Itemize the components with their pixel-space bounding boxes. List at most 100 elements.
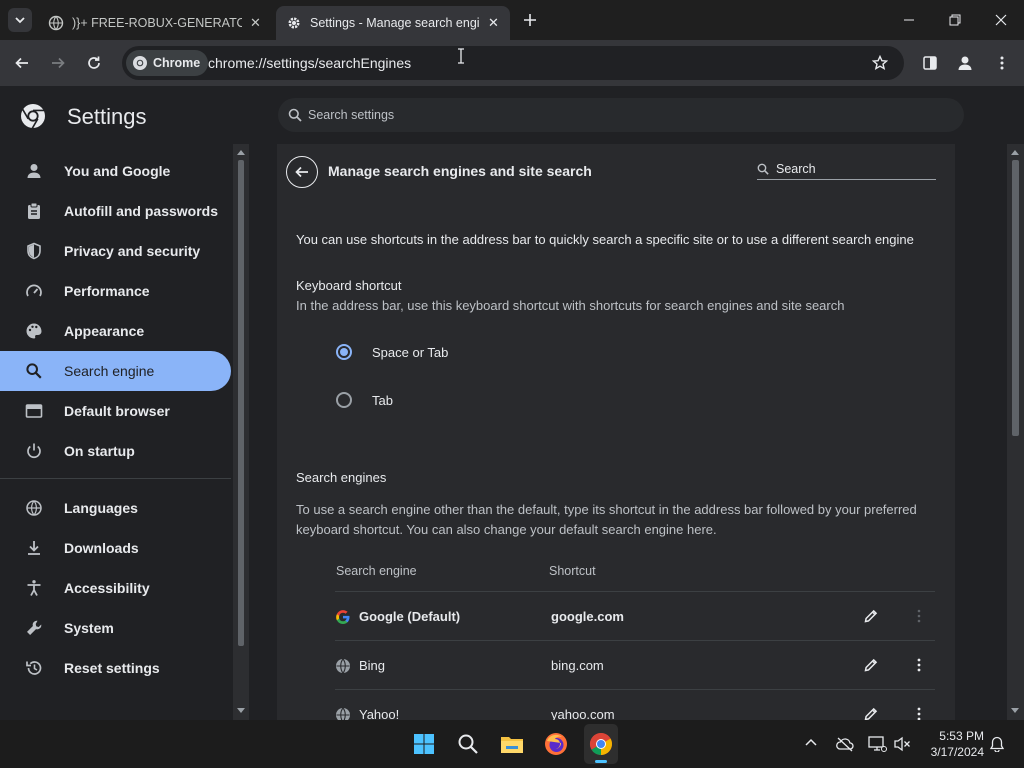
radio-label: Space or Tab xyxy=(372,345,449,360)
clock-date: 3/17/2024 xyxy=(930,745,984,759)
sidebar-item-performance[interactable]: Performance xyxy=(0,271,231,311)
radio-button[interactable] xyxy=(336,392,352,408)
edit-pencil-icon[interactable] xyxy=(863,657,879,673)
site-chip[interactable]: Chrome xyxy=(126,50,209,76)
tab-robux[interactable]: )}+ FREE-ROBUX-GENERATOR-2( ✕ xyxy=(38,6,274,40)
sidebar-item-label: System xyxy=(64,620,114,636)
settings-header: Settings xyxy=(0,86,278,144)
bookmark-button[interactable] xyxy=(868,52,892,74)
title-bar: )}+ FREE-ROBUX-GENERATOR-2( ✕ Settings -… xyxy=(0,0,1024,40)
more-vert-icon[interactable] xyxy=(911,608,927,624)
address-bar[interactable]: Chrome chrome://settings/searchEngines xyxy=(122,46,904,80)
minimize-button[interactable] xyxy=(886,0,932,40)
sidebar-item-privacy[interactable]: Privacy and security xyxy=(0,231,231,271)
menu-button[interactable] xyxy=(988,49,1016,77)
url-text[interactable]: chrome://settings/searchEngines xyxy=(208,55,411,71)
close-icon[interactable]: ✕ xyxy=(488,15,499,31)
reload-button[interactable] xyxy=(80,49,108,77)
minimize-icon xyxy=(904,19,914,21)
chrome-logo-icon xyxy=(590,733,612,755)
history-icon xyxy=(26,661,42,675)
settings-search-input[interactable]: Search settings xyxy=(278,98,964,132)
sidebar-item-you-and-google[interactable]: You and Google xyxy=(0,151,231,191)
windows-logo-icon xyxy=(414,734,434,754)
clock[interactable]: 5:53 PM 3/17/2024 xyxy=(918,728,984,760)
scroll-up-arrow[interactable] xyxy=(1011,150,1019,155)
radio-tab[interactable]: Tab xyxy=(335,386,635,414)
close-icon[interactable]: ✕ xyxy=(250,15,261,31)
sidebar-item-on-startup[interactable]: On startup xyxy=(0,431,231,471)
sidebar-item-languages[interactable]: Languages xyxy=(0,488,231,528)
edit-pencil-icon[interactable] xyxy=(863,608,879,624)
sidebar-item-system[interactable]: System xyxy=(0,608,231,648)
globe-icon xyxy=(336,707,350,720)
page-scroll-thumb[interactable] xyxy=(1012,160,1019,436)
folder-icon xyxy=(501,737,523,753)
file-explorer-button[interactable] xyxy=(496,728,528,760)
taskbar-search-button[interactable] xyxy=(452,728,484,760)
radio-space-or-tab[interactable]: Space or Tab xyxy=(335,338,635,366)
sidebar-item-reset-settings[interactable]: Reset settings xyxy=(0,648,231,688)
scroll-up-arrow[interactable] xyxy=(237,150,245,155)
sidebar-item-label: Performance xyxy=(64,283,150,299)
sidebar-item-downloads[interactable]: Downloads xyxy=(0,528,231,568)
column-header-shortcut: Shortcut xyxy=(549,564,596,578)
tab-settings[interactable]: Settings - Manage search engin ✕ xyxy=(276,6,510,40)
engine-search-placeholder: Search xyxy=(776,162,816,176)
profile-button[interactable] xyxy=(951,49,979,77)
radio-button-checked[interactable] xyxy=(336,344,352,360)
close-icon xyxy=(995,14,1007,26)
accessibility-icon xyxy=(27,580,41,596)
side-panel-button[interactable] xyxy=(916,49,944,77)
chevron-up-icon xyxy=(805,738,817,746)
sidebar-item-default-browser[interactable]: Default browser xyxy=(0,391,231,431)
sidebar-item-autofill[interactable]: Autofill and passwords xyxy=(0,191,231,231)
scroll-down-arrow[interactable] xyxy=(237,708,245,713)
sidebar-scrollbar[interactable] xyxy=(233,144,249,720)
back-button[interactable] xyxy=(8,49,36,77)
notification-bell-icon[interactable] xyxy=(989,736,1005,752)
clipboard-icon xyxy=(28,202,40,219)
engine-search-input[interactable]: Search xyxy=(757,160,936,180)
firefox-button[interactable] xyxy=(540,728,572,760)
new-tab-button[interactable] xyxy=(518,8,542,32)
sidebar-item-label: You and Google xyxy=(64,163,171,179)
gear-icon xyxy=(288,17,300,29)
chrome-taskbar-button[interactable] xyxy=(584,724,618,764)
more-vert-icon xyxy=(1000,56,1004,70)
more-vert-icon[interactable] xyxy=(911,657,927,673)
sidebar-item-label: Downloads xyxy=(64,540,139,556)
chrome-logo-icon xyxy=(133,56,147,70)
show-hidden-icons-button[interactable] xyxy=(804,736,820,752)
forward-button[interactable] xyxy=(44,49,72,77)
avatar-icon xyxy=(958,56,972,70)
page-scrollbar[interactable] xyxy=(1007,144,1024,720)
globe-icon xyxy=(26,500,42,516)
sidebar-item-search-engine[interactable]: Search engine xyxy=(0,351,231,391)
settings-page: Settings Search settings You and Google … xyxy=(0,86,1024,720)
sidebar-item-accessibility[interactable]: Accessibility xyxy=(0,568,231,608)
section-heading: Manage search engines and site search xyxy=(328,163,592,179)
sidebar-item-label: Reset settings xyxy=(64,660,160,676)
intro-text: You can use shortcuts in the address bar… xyxy=(296,232,914,247)
sidebar-divider xyxy=(0,478,231,479)
person-icon xyxy=(27,164,41,178)
sidebar-scroll-thumb[interactable] xyxy=(238,160,244,646)
restore-button[interactable] xyxy=(932,0,978,40)
reload-icon xyxy=(88,56,100,69)
start-button[interactable] xyxy=(408,728,440,760)
edit-pencil-icon[interactable] xyxy=(863,706,879,720)
scroll-down-arrow[interactable] xyxy=(1011,708,1019,713)
back-button[interactable] xyxy=(286,156,318,188)
network-icon[interactable] xyxy=(867,735,887,753)
more-vert-icon[interactable] xyxy=(911,706,927,720)
tab-search-button[interactable] xyxy=(8,8,32,32)
cloud-off-icon[interactable] xyxy=(835,736,855,752)
sidebar-item-label: Languages xyxy=(64,500,138,516)
speedometer-icon xyxy=(26,284,42,297)
engine-name: Yahoo! xyxy=(359,707,400,720)
sidebar-item-appearance[interactable]: Appearance xyxy=(0,311,231,351)
volume-muted-icon[interactable] xyxy=(893,736,911,752)
sidebar-item-label: Default browser xyxy=(64,403,170,419)
close-window-button[interactable] xyxy=(978,0,1024,40)
